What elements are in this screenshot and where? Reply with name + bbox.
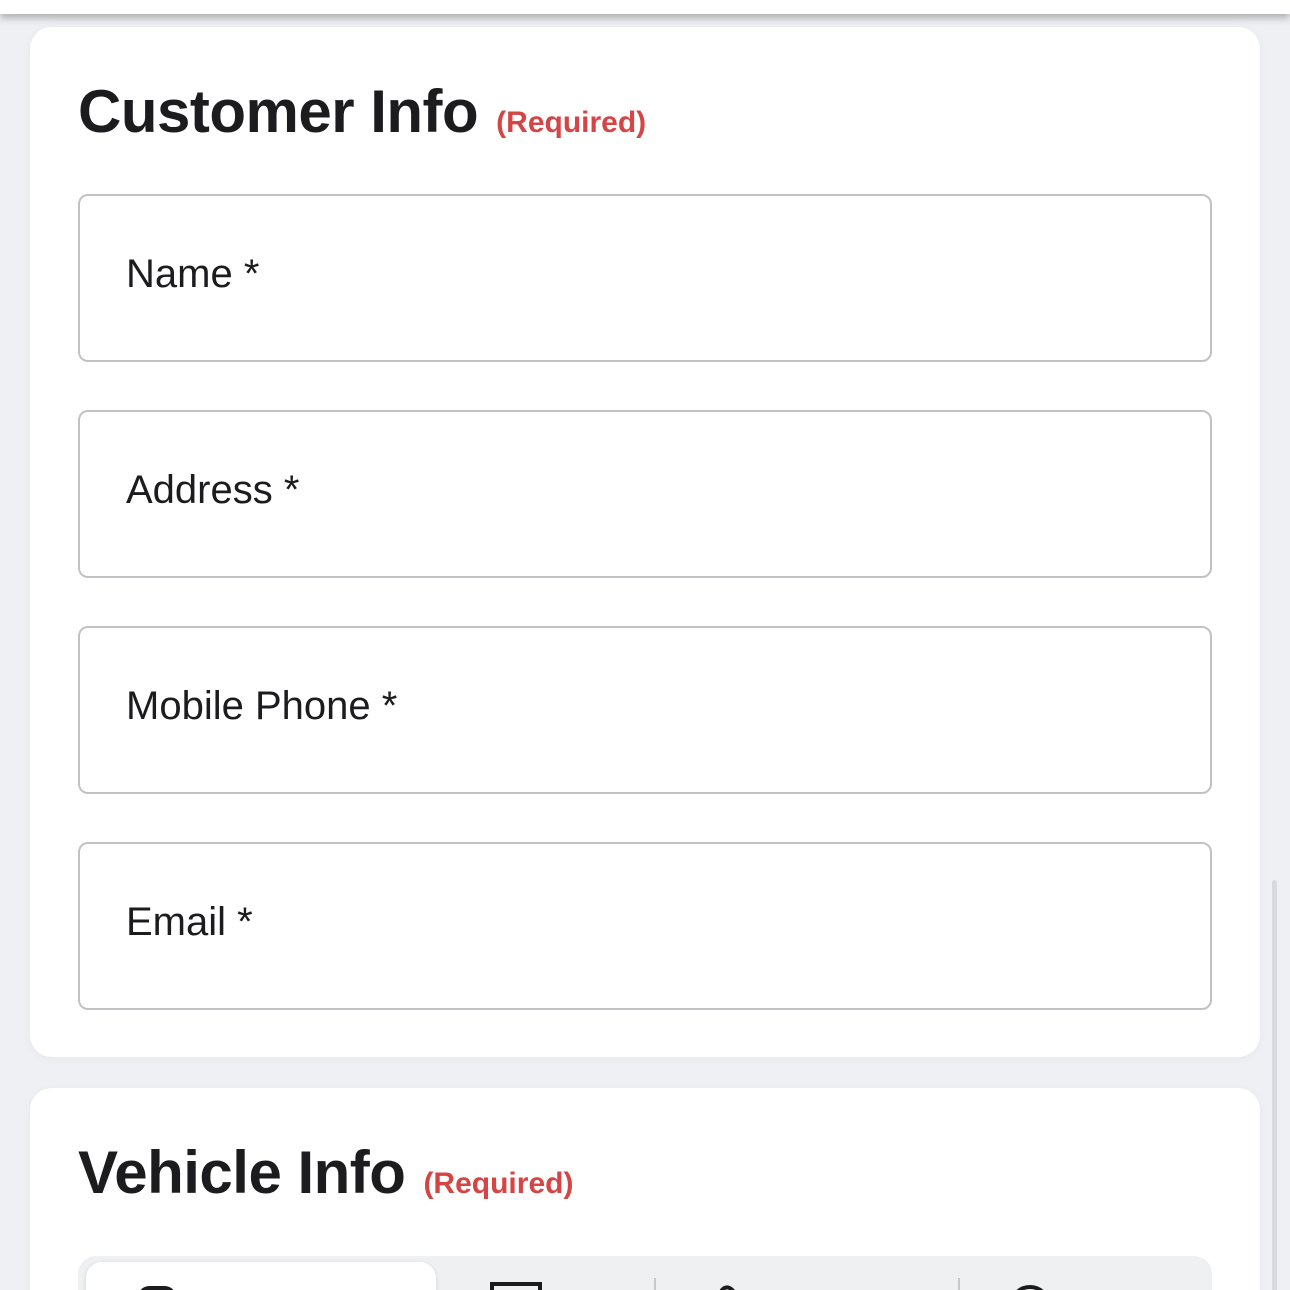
tab-divider bbox=[654, 1278, 656, 1290]
vehicle-info-card: Vehicle Info (Required) bbox=[30, 1088, 1260, 1290]
email-field[interactable]: Email * bbox=[78, 842, 1212, 1010]
email-field-label: Email * bbox=[126, 899, 253, 944]
car-icon bbox=[132, 1276, 182, 1290]
section-title: Customer Info bbox=[78, 78, 479, 145]
tab-divider bbox=[958, 1278, 960, 1290]
name-field[interactable]: Name * bbox=[78, 194, 1212, 362]
customer-info-card: Customer Info (Required) Name * Address … bbox=[30, 27, 1260, 1057]
required-tag: (Required) bbox=[423, 1167, 574, 1200]
search-icon bbox=[1006, 1276, 1056, 1290]
wrench-icon bbox=[712, 1276, 762, 1290]
tab-search[interactable] bbox=[966, 1262, 1206, 1290]
vehicle-lookup-tabs bbox=[78, 1256, 1212, 1290]
vehicle-info-heading: Vehicle Info (Required) bbox=[78, 1138, 573, 1207]
required-tag: (Required) bbox=[496, 106, 647, 139]
mobile-phone-field-label: Mobile Phone * bbox=[126, 683, 398, 728]
scrollbar[interactable] bbox=[1272, 880, 1277, 1290]
address-field-label: Address * bbox=[126, 467, 300, 512]
address-field[interactable]: Address * bbox=[78, 410, 1212, 578]
tab-license-plate[interactable] bbox=[662, 1262, 952, 1290]
name-field-label: Name * bbox=[126, 251, 260, 296]
section-title: Vehicle Info bbox=[78, 1139, 406, 1206]
mobile-phone-field[interactable]: Mobile Phone * bbox=[78, 626, 1212, 794]
top-toolbar bbox=[0, 0, 1290, 14]
vin-card-icon bbox=[488, 1276, 542, 1290]
tab-vin[interactable] bbox=[448, 1262, 648, 1290]
customer-info-heading: Customer Info (Required) bbox=[78, 77, 646, 146]
tab-vehicle-select[interactable] bbox=[86, 1262, 436, 1290]
